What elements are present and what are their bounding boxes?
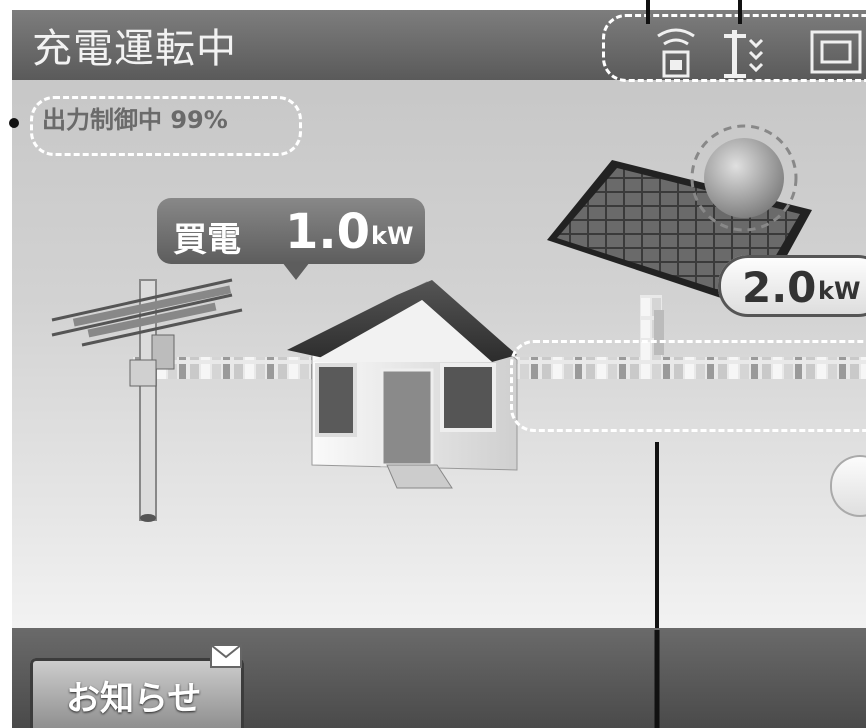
utility-pole-icon (51, 278, 243, 522)
bottom-bar: お知らせ (12, 628, 866, 728)
status-icons-callout-box (602, 14, 866, 82)
notice-button-label: お知らせ (66, 679, 202, 719)
solar-generation-bubble: 2.0 kW (718, 255, 866, 317)
buy-value: 1.0 (285, 204, 371, 260)
buy-label: 買電 (173, 220, 241, 260)
grid-purchase-bubble: 買電 1.0 kW (157, 198, 425, 264)
house-icon (287, 280, 518, 489)
monitor-screen: 充電運転中 出力制御中 99% 買電 1.0 kW 2.0 kW お知らせ (12, 10, 866, 728)
gen-value: 2.0 (742, 263, 817, 312)
buy-unit: kW (371, 222, 414, 250)
bubble-tail (282, 262, 310, 280)
mail-icon (210, 644, 242, 668)
output-control-callout-box (30, 96, 302, 156)
gen-unit: kW (818, 277, 861, 305)
flow-line-callout-box (510, 340, 866, 432)
notice-button[interactable]: お知らせ (30, 644, 244, 728)
